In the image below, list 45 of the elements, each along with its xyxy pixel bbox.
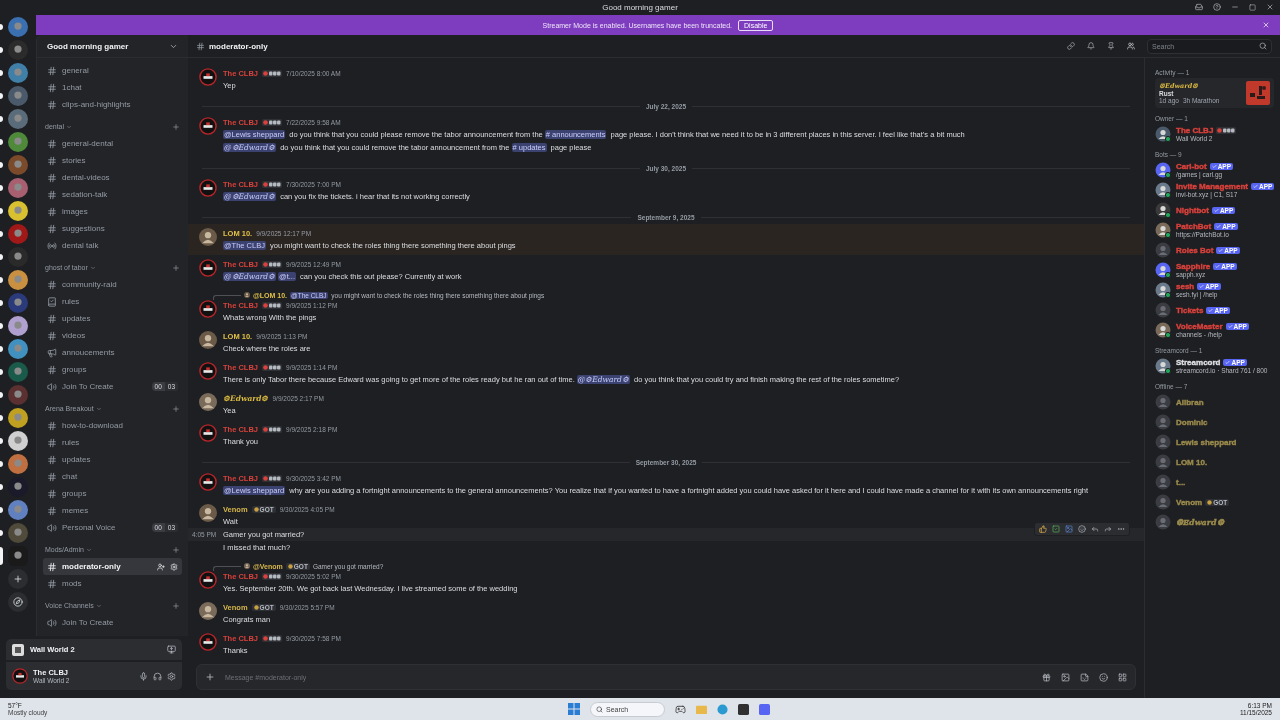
channel-item[interactable]: dental talk bbox=[43, 237, 182, 254]
member-name[interactable]: Lewis sheppard bbox=[1176, 437, 1237, 447]
channel-item[interactable]: annoucements bbox=[43, 344, 182, 361]
channel-item[interactable]: general-dental bbox=[43, 135, 182, 152]
member-name[interactable]: PatchBot bbox=[1176, 222, 1212, 231]
channel-item[interactable]: suggestions bbox=[43, 220, 182, 237]
member-name[interactable]: Allbran bbox=[1176, 397, 1204, 407]
member-name[interactable]: The CLBJ bbox=[1176, 126, 1214, 135]
channel-item[interactable]: rules bbox=[43, 293, 182, 310]
channel-item[interactable]: dental-videos bbox=[43, 169, 182, 186]
member-name[interactable]: Roles Bot bbox=[1176, 245, 1214, 255]
member-name[interactable]: Tickets bbox=[1176, 305, 1204, 315]
member-name[interactable]: Dominic bbox=[1176, 417, 1208, 427]
member-name[interactable]: Streamcord bbox=[1176, 358, 1221, 367]
member-name[interactable]: Nightbot bbox=[1176, 205, 1209, 215]
channel-title: moderator-only bbox=[209, 41, 268, 51]
channel-item[interactable]: sedation-talk bbox=[43, 186, 182, 203]
member-name[interactable]: t... bbox=[1176, 477, 1186, 487]
channel-item[interactable]: 1chat bbox=[43, 79, 182, 96]
channel-item[interactable]: videos bbox=[43, 327, 182, 344]
channel-item[interactable]: community-raid bbox=[43, 276, 182, 293]
channel-item[interactable]: updates bbox=[43, 310, 182, 327]
member-name[interactable]: VoiceMaster bbox=[1176, 322, 1223, 331]
channel-item[interactable]: Join To Create bbox=[43, 614, 182, 631]
channel-item[interactable]: general bbox=[43, 62, 182, 79]
channel-item[interactable]: rules bbox=[43, 434, 182, 451]
channel-item[interactable]: groups bbox=[43, 361, 182, 378]
channel-item[interactable]: images bbox=[43, 203, 182, 220]
channel-item[interactable]: stories bbox=[43, 152, 182, 169]
channel-item[interactable]: how-to-download bbox=[43, 417, 182, 434]
channel-item[interactable]: memes bbox=[43, 502, 182, 519]
member-name[interactable]: LOM 10. bbox=[1176, 457, 1208, 467]
member-name[interactable]: ⚙Edward⚙ bbox=[1176, 517, 1224, 527]
channel-item[interactable]: updates bbox=[43, 451, 182, 468]
channel-item[interactable]: moderator-only bbox=[43, 558, 182, 575]
channel-item[interactable]: mods bbox=[43, 575, 182, 592]
member-name[interactable]: sesh bbox=[1176, 282, 1195, 291]
channel-item[interactable]: chat bbox=[43, 468, 182, 485]
channel-item[interactable]: groups bbox=[43, 485, 182, 502]
member-name[interactable]: Invite Management bbox=[1175, 182, 1248, 191]
channel-item[interactable]: clips-and-highlights bbox=[43, 96, 182, 113]
member-name[interactable]: Venom bbox=[1176, 497, 1203, 507]
window-title: Good morning gamer bbox=[602, 3, 678, 12]
member-name[interactable]: Sapphire bbox=[1176, 262, 1211, 271]
member-name[interactable]: Carl-bot bbox=[1176, 162, 1207, 171]
